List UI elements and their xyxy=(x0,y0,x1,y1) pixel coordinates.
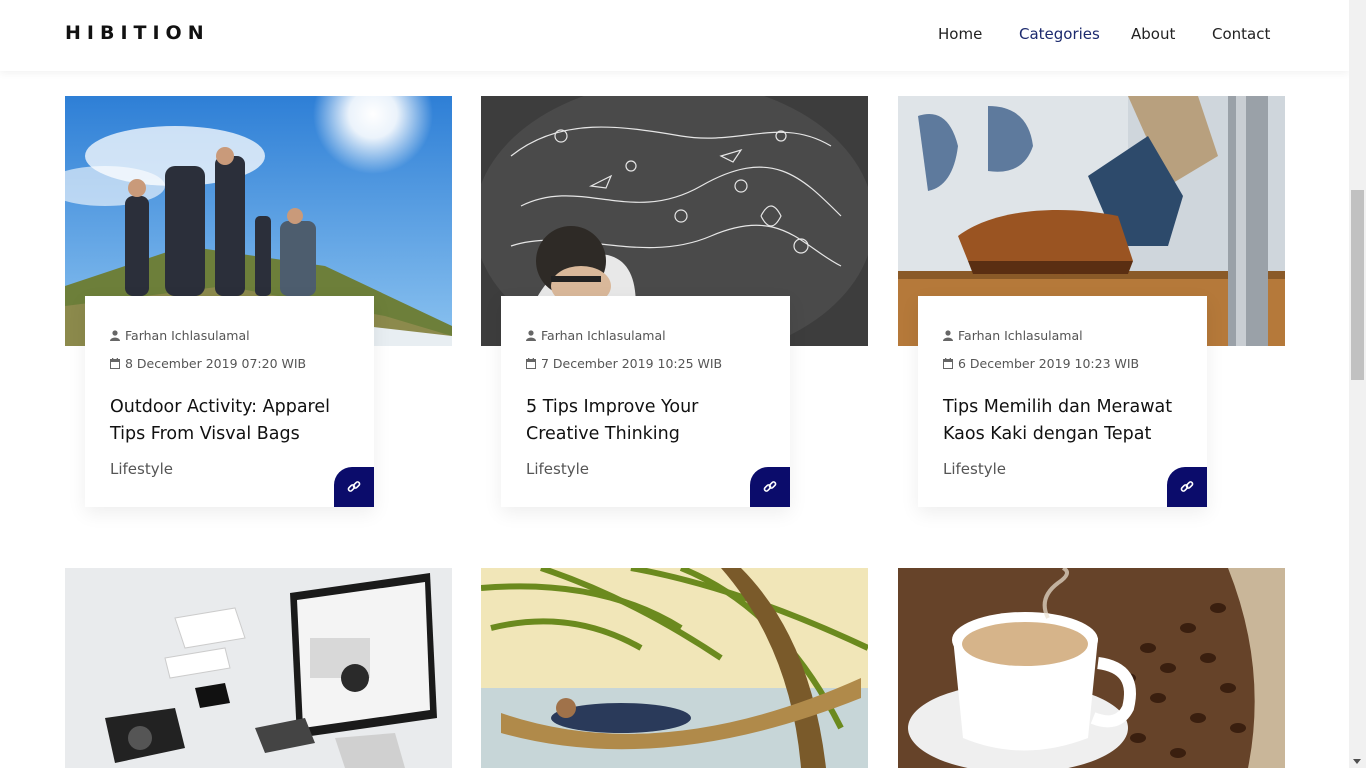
link-icon xyxy=(1180,481,1194,492)
post-date: 6 December 2019 10:23 WIB xyxy=(943,356,1139,371)
read-more-button[interactable] xyxy=(334,467,374,507)
link-icon xyxy=(347,481,361,492)
post-info-card: Farhan Ichlasulamal 7 December 2019 10:2… xyxy=(501,296,790,507)
post-card: Farhan Ichlasulamal 7 December 2019 10:2… xyxy=(481,96,868,508)
post-info-card: Farhan Ichlasulamal 6 December 2019 10:2… xyxy=(918,296,1207,507)
scrollbar-thumb[interactable] xyxy=(1351,190,1364,380)
post-author: Farhan Ichlasulamal xyxy=(526,328,666,343)
post-title[interactable]: Outdoor Activity: Apparel Tips From Visv… xyxy=(110,394,360,448)
post-card: Farhan Ichlasulamal 8 December 2019 07:2… xyxy=(65,96,452,508)
post-category[interactable]: Lifestyle xyxy=(526,460,589,478)
calendar-icon xyxy=(110,358,120,369)
nav-about[interactable]: About xyxy=(1131,25,1175,43)
post-date: 7 December 2019 10:25 WIB xyxy=(526,356,722,371)
read-more-button[interactable] xyxy=(1167,467,1207,507)
calendar-icon xyxy=(943,358,953,369)
post-title[interactable]: Tips Memilih dan Merawat Kaos Kaki denga… xyxy=(943,394,1193,448)
post-category[interactable]: Lifestyle xyxy=(110,460,173,478)
post-card: Farhan Ichlasulamal 6 December 2019 10:2… xyxy=(898,96,1285,508)
nav-categories[interactable]: Categories xyxy=(1019,25,1100,43)
page-scrollbar[interactable] xyxy=(1349,0,1366,768)
post-author: Farhan Ichlasulamal xyxy=(110,328,250,343)
post-card xyxy=(898,568,1285,768)
post-card xyxy=(481,568,868,768)
user-icon xyxy=(943,330,953,341)
user-icon xyxy=(110,330,120,341)
link-icon xyxy=(763,481,777,492)
nav-contact[interactable]: Contact xyxy=(1212,25,1270,43)
nav-home[interactable]: Home xyxy=(938,25,982,43)
post-title[interactable]: 5 Tips Improve Your Creative Thinking xyxy=(526,394,776,448)
post-card xyxy=(65,568,452,768)
post-info-card: Farhan Ichlasulamal 8 December 2019 07:2… xyxy=(85,296,374,507)
page: HIBITION Home Categories About Contact F… xyxy=(0,0,1349,768)
main-nav: Home Categories About Contact xyxy=(0,25,1349,45)
post-date: 8 December 2019 07:20 WIB xyxy=(110,356,306,371)
post-thumbnail-coffee[interactable] xyxy=(898,568,1285,768)
post-thumbnail-devices[interactable] xyxy=(65,568,452,768)
post-thumbnail-hammock[interactable] xyxy=(481,568,868,768)
calendar-icon xyxy=(526,358,536,369)
scroll-down-arrow-icon[interactable] xyxy=(1353,759,1361,764)
post-category[interactable]: Lifestyle xyxy=(943,460,1006,478)
read-more-button[interactable] xyxy=(750,467,790,507)
user-icon xyxy=(526,330,536,341)
navbar: HIBITION Home Categories About Contact xyxy=(0,0,1349,71)
post-author: Farhan Ichlasulamal xyxy=(943,328,1083,343)
